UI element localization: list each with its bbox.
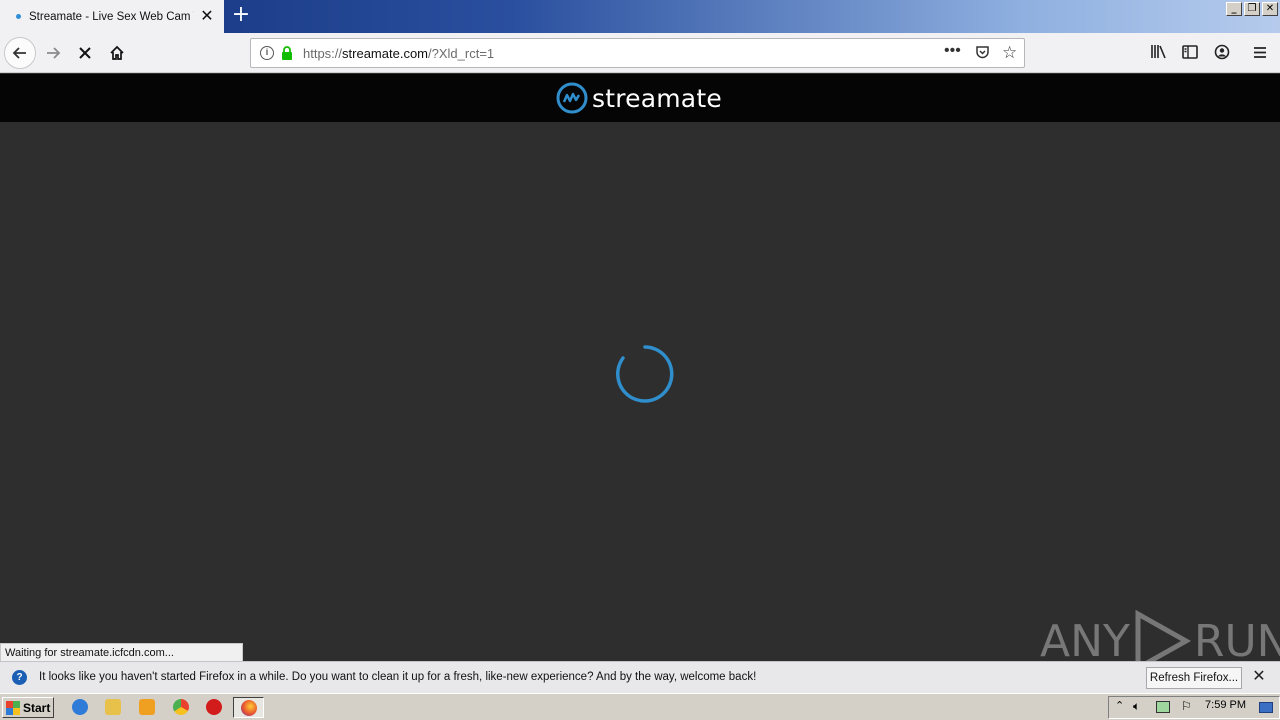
tab-close-icon[interactable]: ✕ xyxy=(199,8,215,24)
media-player-icon[interactable] xyxy=(139,699,155,715)
refresh-firefox-button[interactable]: Refresh Firefox... xyxy=(1146,667,1242,689)
bookmark-star-icon[interactable]: ☆ xyxy=(1002,43,1017,63)
ie-icon[interactable] xyxy=(72,699,88,715)
folder-icon[interactable] xyxy=(105,699,121,715)
address-bar[interactable]: i https://streamate.com/?Xld_rct=1 ••• ☆ xyxy=(250,38,1025,68)
taskbar: Start ⌃ 🔈︎ ⚐ 7:59 PM xyxy=(0,693,1280,720)
close-window-button[interactable]: ✕ xyxy=(1262,2,1278,16)
window-controls: _ ❐ ✕ xyxy=(1226,2,1278,16)
new-tab-button[interactable]: + xyxy=(230,4,252,27)
notification-message: It looks like you haven't started Firefo… xyxy=(39,671,757,683)
lock-icon[interactable] xyxy=(280,46,294,60)
network-icon[interactable] xyxy=(1156,701,1170,713)
home-button[interactable] xyxy=(101,37,133,69)
tray-expand-icon[interactable]: ⌃ xyxy=(1115,699,1124,712)
clock: 7:59 PM xyxy=(1205,699,1246,711)
firefox-taskbar-button[interactable] xyxy=(233,697,264,718)
tab-title: Streamate - Live Sex Web Cam Vic xyxy=(29,10,194,23)
page-actions-icon[interactable]: ••• xyxy=(944,42,961,60)
status-bar: Waiting for streamate.icfcdn.com... xyxy=(0,643,243,662)
sidebar-icon[interactable] xyxy=(1182,44,1198,63)
stop-button[interactable] xyxy=(69,37,101,69)
start-label: Start xyxy=(23,700,51,715)
arrow-right-icon xyxy=(47,47,61,59)
volume-icon[interactable]: 🔈︎ xyxy=(1133,699,1140,714)
nav-toolbar: i https://streamate.com/?Xld_rct=1 ••• ☆ xyxy=(0,33,1280,73)
notification-close-icon[interactable]: ✕ xyxy=(1250,668,1268,686)
opera-icon[interactable] xyxy=(206,699,222,715)
action-center-flag-icon[interactable]: ⚐ xyxy=(1181,699,1192,713)
site-logo[interactable]: streamate xyxy=(556,82,722,114)
streamate-logo-icon xyxy=(556,82,588,114)
title-bar: Streamate - Live Sex Web Cam Vic ✕ + _ ❐… xyxy=(0,0,1280,33)
pocket-icon[interactable] xyxy=(975,45,990,63)
question-icon: ? xyxy=(12,670,27,685)
firefox-icon xyxy=(241,700,257,716)
notification-bar: ? It looks like you haven't started Fire… xyxy=(0,661,1280,693)
chrome-icon[interactable] xyxy=(173,699,189,715)
stop-x-icon xyxy=(79,47,91,59)
show-desktop-icon[interactable] xyxy=(1259,702,1273,713)
logo-text: streamate xyxy=(592,83,722,113)
tab-loading-indicator xyxy=(16,14,21,19)
start-button[interactable]: Start xyxy=(2,697,54,718)
info-icon[interactable]: i xyxy=(260,46,274,60)
back-button[interactable] xyxy=(4,37,36,69)
menu-hamburger-icon[interactable] xyxy=(1253,44,1267,63)
home-icon xyxy=(110,45,124,60)
watermark-text-left: ANY xyxy=(1040,615,1130,667)
watermark-text-right: RUN xyxy=(1193,615,1280,667)
forward-button[interactable] xyxy=(37,37,69,69)
restore-button[interactable]: ❐ xyxy=(1244,2,1260,16)
minimize-button[interactable]: _ xyxy=(1226,2,1242,16)
library-icon[interactable] xyxy=(1150,44,1167,63)
loading-spinner-icon xyxy=(616,345,674,403)
arrow-left-icon xyxy=(12,47,26,59)
windows-flag-icon xyxy=(6,700,20,715)
url-text[interactable]: https://streamate.com/?Xld_rct=1 xyxy=(303,46,494,61)
tab-active[interactable]: Streamate - Live Sex Web Cam Vic ✕ xyxy=(0,0,224,33)
account-icon[interactable] xyxy=(1214,44,1230,64)
system-tray: ⌃ 🔈︎ ⚐ xyxy=(1108,696,1280,719)
